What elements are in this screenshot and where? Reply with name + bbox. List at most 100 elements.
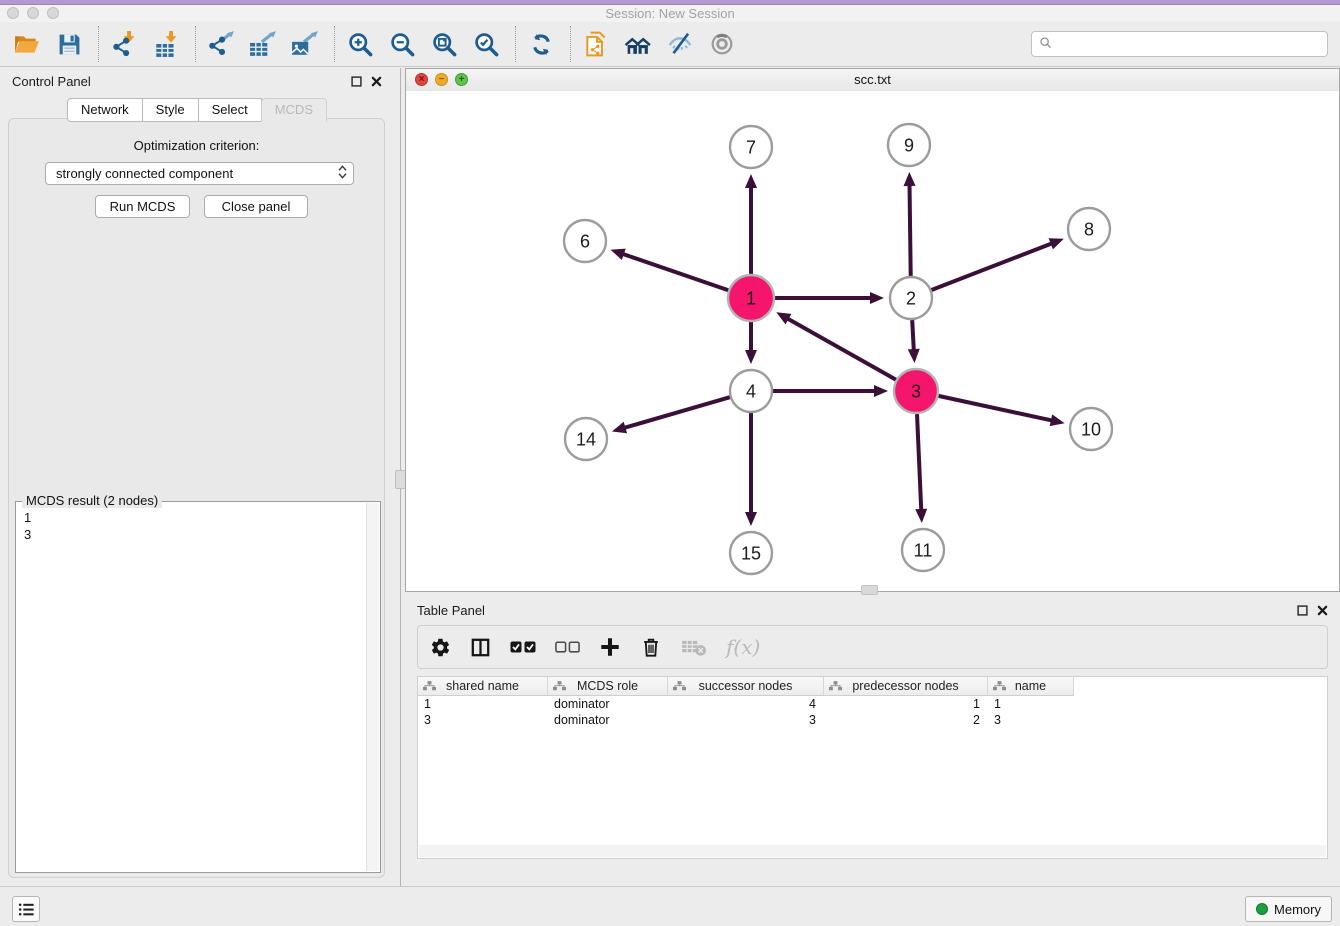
- table-row[interactable]: 3dominator323: [418, 712, 1327, 728]
- zoom-selected-icon[interactable]: [471, 27, 501, 61]
- graph-edge-1-4[interactable]: [745, 322, 757, 364]
- float-table-panel-icon[interactable]: [1297, 605, 1308, 616]
- graph-node-6[interactable]: 6: [564, 220, 606, 262]
- optimization-criterion-value: strongly connected component: [56, 166, 338, 181]
- graph-edge-2-3[interactable]: [908, 320, 920, 363]
- graph-edge-4-15[interactable]: [745, 413, 757, 526]
- graph-node-11[interactable]: 11: [902, 529, 944, 571]
- delete-column-icon[interactable]: [640, 632, 662, 662]
- graph-edge-3-1[interactable]: [776, 312, 896, 379]
- table-settings-gear-icon[interactable]: [430, 632, 451, 662]
- toolbar-separator: [98, 26, 99, 62]
- network-canvas[interactable]: 7 9 6 8 1 2 4 3 14 10 15 11: [406, 91, 1339, 591]
- table-cell[interactable]: 4: [668, 697, 824, 711]
- horizontal-splitter-grip[interactable]: [861, 585, 878, 595]
- table-cell[interactable]: 1: [418, 697, 548, 711]
- new-network-icon[interactable]: [581, 27, 611, 61]
- graph-node-3[interactable]: 3: [894, 369, 938, 413]
- graph-node-15[interactable]: 15: [730, 532, 772, 574]
- control-tab-mcds[interactable]: MCDS: [261, 98, 327, 122]
- refresh-layout-icon[interactable]: [526, 27, 556, 61]
- zoom-out-icon[interactable]: [387, 27, 417, 61]
- graph-edge-1-6[interactable]: [611, 249, 729, 291]
- graph-node-label: 8: [1084, 219, 1094, 239]
- home-icon[interactable]: [623, 27, 653, 61]
- column-header-predecessor-nodes[interactable]: predecessor nodes: [824, 677, 988, 696]
- open-session-icon[interactable]: [12, 27, 42, 61]
- table-cell[interactable]: dominator: [548, 697, 668, 711]
- graph-edge-3-11[interactable]: [915, 414, 927, 523]
- save-session-icon[interactable]: [54, 27, 84, 61]
- column-header-shared-name[interactable]: shared name: [418, 677, 548, 696]
- float-panel-icon[interactable]: [351, 76, 362, 87]
- close-table-panel-icon[interactable]: [1317, 605, 1328, 616]
- column-header-successor-nodes[interactable]: successor nodes: [668, 677, 824, 696]
- graph-node-14[interactable]: 14: [565, 418, 607, 460]
- table-cell[interactable]: 3: [988, 713, 1074, 727]
- table-cell[interactable]: 3: [668, 713, 824, 727]
- deselect-all-columns-icon[interactable]: [555, 632, 580, 662]
- graph-edge-3-10[interactable]: [938, 396, 1064, 426]
- column-header-MCDS-role[interactable]: MCDS role: [548, 677, 668, 696]
- export-table-icon[interactable]: [248, 27, 278, 61]
- control-panel-title: Control Panel: [12, 74, 91, 89]
- graph-node-9[interactable]: 9: [888, 124, 930, 166]
- select-all-columns-icon[interactable]: [510, 632, 536, 662]
- table-cell[interactable]: 1: [824, 697, 988, 711]
- graph-node-label: 3: [911, 381, 921, 401]
- graph-edge-1-2[interactable]: [775, 292, 884, 304]
- network-window-title: scc.txt: [406, 72, 1339, 87]
- application-window: Session: New Session Control Panel Netwo…: [0, 0, 1340, 926]
- task-history-button[interactable]: [12, 896, 40, 922]
- graph-edge-2-8[interactable]: [932, 238, 1064, 290]
- control-tab-network[interactable]: Network: [67, 98, 143, 122]
- table-cell[interactable]: dominator: [548, 713, 668, 727]
- close-panel-button[interactable]: Close panel: [204, 195, 308, 218]
- export-network-icon[interactable]: [206, 27, 236, 61]
- toolbar-separator: [334, 26, 335, 62]
- import-network-icon[interactable]: [109, 27, 139, 61]
- network-window-titlebar[interactable]: × − + scc.txt: [406, 69, 1339, 92]
- edge-arrowhead: [745, 350, 757, 364]
- table-header-row: shared name MCDS role successor nodes prede…: [418, 677, 1327, 696]
- graph-node-8[interactable]: 8: [1068, 208, 1110, 250]
- graph-edge-2-9[interactable]: [904, 172, 916, 276]
- graph-node-label: 6: [580, 231, 590, 251]
- add-column-icon[interactable]: [599, 632, 621, 662]
- column-header-label: predecessor nodes: [852, 679, 958, 693]
- table-row[interactable]: 1dominator411: [418, 696, 1327, 712]
- table-scrollbar-track[interactable]: [419, 845, 1326, 857]
- column-header-name[interactable]: name: [988, 677, 1074, 696]
- graph-edge-4-14[interactable]: [612, 397, 730, 433]
- column-header-label: shared name: [446, 679, 519, 693]
- optimization-criterion-select[interactable]: strongly connected component: [45, 162, 354, 185]
- table-cell[interactable]: 3: [418, 713, 548, 727]
- memory-button[interactable]: Memory: [1245, 896, 1332, 922]
- control-tab-style[interactable]: Style: [142, 98, 199, 122]
- hide-panel-eye-icon[interactable]: [665, 27, 695, 61]
- graph-node-2[interactable]: 2: [890, 277, 932, 319]
- control-panel-header: Control Panel: [0, 68, 394, 94]
- graph-node-10[interactable]: 10: [1070, 408, 1112, 450]
- search-input[interactable]: [1058, 33, 1327, 55]
- table-cell[interactable]: 1: [988, 697, 1074, 711]
- graph-edge-1-7[interactable]: [745, 174, 757, 274]
- session-title: Session: New Session: [0, 6, 1340, 21]
- graph-node-1[interactable]: 1: [728, 275, 774, 321]
- graph-node-7[interactable]: 7: [730, 126, 772, 168]
- column-visibility-icon[interactable]: [470, 632, 491, 662]
- zoom-in-icon[interactable]: [345, 27, 375, 61]
- graph-edge-4-3[interactable]: [773, 385, 888, 397]
- export-image-icon[interactable]: [290, 27, 320, 61]
- graph-node-4[interactable]: 4: [730, 370, 772, 412]
- search-box: [1031, 31, 1328, 57]
- result-scrollbar[interactable]: [366, 503, 379, 871]
- run-mcds-button[interactable]: Run MCDS: [95, 195, 190, 218]
- control-tab-select[interactable]: Select: [198, 98, 262, 122]
- mcds-result-text[interactable]: 1 3: [16, 504, 366, 872]
- column-header-label: MCDS role: [577, 679, 638, 693]
- import-table-icon[interactable]: [151, 27, 181, 61]
- zoom-fit-icon[interactable]: [429, 27, 459, 61]
- close-panel-icon[interactable]: [371, 76, 382, 87]
- table-cell[interactable]: 2: [824, 713, 988, 727]
